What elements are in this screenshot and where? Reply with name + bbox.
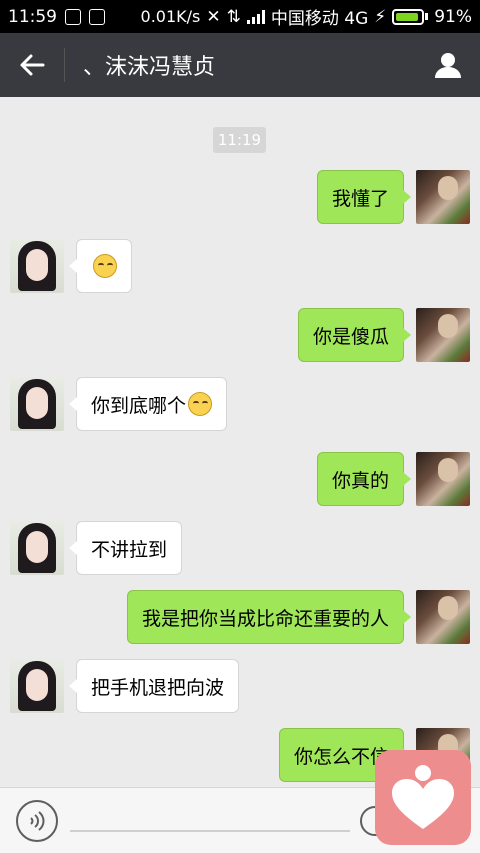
message-bubble-sent[interactable]: 我是把你当成比命还重要的人 — [126, 590, 412, 644]
message-text: 我懂了 — [331, 187, 389, 210]
message-text: 我是把你当成比命还重要的人 — [141, 607, 389, 630]
voice-button[interactable] — [16, 800, 58, 842]
message-bubble-sent[interactable]: 我懂了 — [316, 170, 412, 224]
my-avatar[interactable] — [416, 170, 470, 224]
battery-percent: 91% — [434, 6, 472, 27]
message-bubble-sent[interactable]: 你真的 — [316, 452, 412, 506]
battery-icon — [392, 8, 429, 25]
message-text: 把手机退把向波 — [91, 676, 225, 699]
message-text: 你到底哪个 — [91, 394, 187, 417]
network-speed: 0.01K/s — [140, 7, 201, 26]
profile-button[interactable] — [416, 33, 480, 97]
my-avatar[interactable] — [416, 452, 470, 506]
charging-icon: ⚡ — [374, 6, 387, 27]
voice-icon — [30, 811, 45, 831]
message-bubble-received[interactable]: 你到底哪个 — [68, 377, 228, 431]
message-input[interactable] — [70, 830, 350, 832]
rolling-eyes-emoji-icon — [188, 392, 213, 416]
rolling-eyes-emoji-icon — [93, 254, 117, 278]
status-bar: 11:59 0.01K/s ✕ ⇅ 中国移动 4G ⚡ 91% — [0, 0, 480, 33]
message-text: 你真的 — [331, 469, 389, 492]
contact-avatar[interactable] — [10, 521, 64, 575]
message-timestamp: 11:19 — [213, 127, 266, 153]
floating-app-button[interactable] — [375, 750, 471, 845]
carrier-label: 中国移动 4G — [270, 9, 369, 29]
signal-icon — [246, 9, 265, 24]
message-bubble-sent[interactable]: 你是傻瓜 — [297, 308, 412, 362]
message-bubble-received[interactable]: 不讲拉到 — [68, 521, 183, 575]
status-time: 11:59 — [8, 6, 57, 27]
my-avatar[interactable] — [416, 590, 470, 644]
baidu-icon — [65, 8, 81, 25]
contact-avatar[interactable] — [10, 659, 64, 713]
data-transfer-icon: ⇅ — [226, 6, 241, 27]
alarm-off-icon: ✕ — [206, 6, 221, 27]
message-text: 不讲拉到 — [91, 538, 168, 561]
header-divider — [64, 48, 65, 82]
contact-avatar[interactable] — [10, 239, 64, 293]
chat-title: 、沫沫冯慧贞 — [83, 55, 216, 80]
back-button[interactable] — [0, 33, 64, 97]
message-list[interactable]: 11:19 我懂了 你是傻瓜 你到底哪个 你真的 不讲拉到 我是把你当成比命还重… — [0, 97, 480, 787]
my-avatar[interactable] — [416, 308, 470, 362]
arrow-left-icon — [20, 54, 45, 76]
message-text: 你是傻瓜 — [312, 325, 389, 348]
chat-header: 、沫沫冯慧贞 — [0, 33, 480, 97]
contact-avatar[interactable] — [10, 377, 64, 431]
person-icon — [435, 53, 461, 78]
message-bubble-received[interactable]: 把手机退把向波 — [68, 659, 240, 713]
message-bubble-received[interactable] — [69, 239, 132, 293]
notification-icon — [89, 8, 105, 25]
heart-person-icon — [392, 764, 454, 829]
